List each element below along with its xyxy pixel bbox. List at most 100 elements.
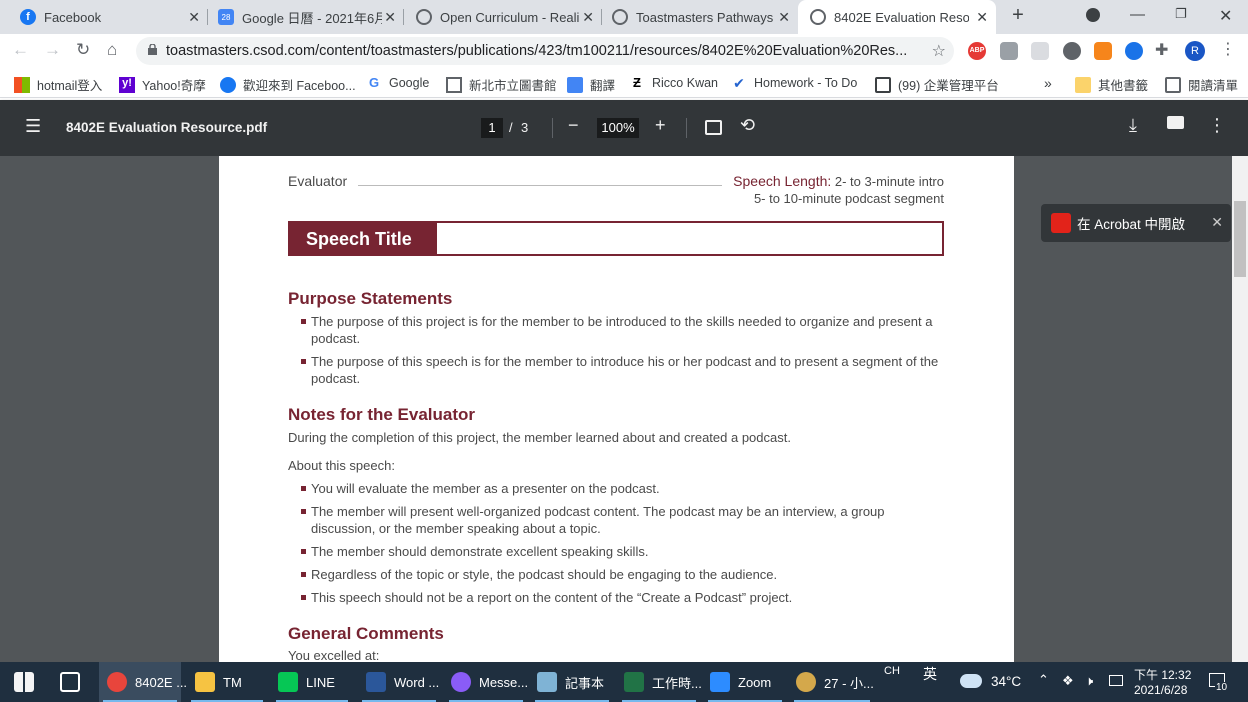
metamask-icon[interactable]	[1094, 42, 1112, 60]
taskbar-app-messenger[interactable]: Messe...	[445, 662, 528, 702]
page-total: 3	[521, 120, 529, 135]
task-view-button[interactable]	[60, 662, 88, 702]
ime-language[interactable]: 英	[923, 664, 937, 684]
extension-code-icon[interactable]	[1000, 42, 1018, 60]
bookmark-translate[interactable]: 翻譯	[567, 75, 615, 94]
tab-google-calendar[interactable]: 28 Google 日曆 - 2021年6月 ✕	[208, 0, 404, 34]
weather-temp[interactable]: 34°C	[991, 674, 1021, 689]
close-icon[interactable]: ✕	[778, 9, 790, 26]
clock-date[interactable]: 2021/6/28	[1134, 683, 1187, 697]
page-icon	[875, 76, 891, 93]
zoom-input[interactable]: 100%	[597, 118, 639, 138]
extension-screen-icon[interactable]	[1031, 42, 1049, 60]
print-icon[interactable]	[1167, 116, 1184, 129]
fit-page-icon[interactable]	[705, 120, 722, 135]
bookmark-star-icon[interactable]: ☆	[932, 41, 946, 61]
menu-hamburger-icon[interactable]: ☰	[25, 116, 41, 137]
address-bar[interactable]: toastmasters.csod.com/content/toastmaste…	[136, 37, 954, 65]
list-item: The member should demonstrate excellent …	[288, 543, 908, 560]
open-in-acrobat-button[interactable]: 在 Acrobat 中開啟 ✕	[1041, 204, 1231, 242]
tab-search-icon[interactable]	[1086, 8, 1100, 22]
taskbar-app-zoom[interactable]: Zoom	[704, 662, 786, 702]
new-tab-button[interactable]: +	[1006, 4, 1030, 27]
extensions-puzzle-icon[interactable]: ✚	[1155, 40, 1173, 59]
scrollbar-thumb[interactable]	[1234, 201, 1246, 277]
bookmark-facebook[interactable]: 歡迎來到 Faceboo...	[220, 75, 356, 94]
bookmark-library[interactable]: 新北市立圖書館	[446, 75, 557, 94]
tab-8402e-evaluation[interactable]: 8402E Evaluation Resour ✕	[798, 0, 996, 34]
general-heading: General Comments	[288, 624, 444, 643]
clock-time[interactable]: 下午 12:32	[1134, 666, 1191, 683]
close-icon[interactable]: ✕	[1211, 214, 1223, 231]
tab-open-curriculum[interactable]: Open Curriculum - Reali ✕	[404, 0, 602, 34]
library-icon	[446, 76, 462, 93]
other-bookmarks[interactable]: 其他書籤	[1075, 75, 1148, 94]
menu-kebab-icon[interactable]: ⋮	[1220, 39, 1238, 58]
bookmark-hotmail[interactable]: hotmail登入	[14, 75, 102, 94]
about-label: About this speech:	[288, 458, 395, 473]
excel-icon	[624, 672, 644, 692]
download-icon[interactable]: ⤓	[1129, 115, 1137, 136]
close-icon[interactable]: ✕	[384, 9, 396, 26]
minimize-button[interactable]: —	[1130, 6, 1145, 23]
url-text: toastmasters.csod.com/content/toastmaste…	[166, 43, 908, 59]
home-button[interactable]: ⌂	[107, 40, 117, 60]
restore-button[interactable]: ❐	[1175, 6, 1187, 22]
taskbar-app-word[interactable]: Word ...	[358, 662, 440, 702]
reload-button[interactable]: ↻	[76, 40, 90, 60]
adblock-icon[interactable]: ABP	[968, 42, 986, 60]
weather-icon[interactable]	[960, 674, 982, 688]
zoom-out-icon[interactable]: −	[568, 115, 579, 136]
back-button[interactable]: ←	[12, 40, 29, 60]
close-icon[interactable]: ✕	[582, 9, 594, 26]
network-icon[interactable]	[1109, 675, 1123, 686]
bookmark-enterprise[interactable]: (99) 企業管理平台	[875, 75, 999, 94]
read-aloud-icon[interactable]	[1125, 42, 1143, 60]
reading-list[interactable]: 閱讀清單	[1165, 75, 1238, 94]
browser-chrome: f Facebook ✕ 28 Google 日曆 - 2021年6月 ✕ Op…	[0, 0, 1248, 100]
rotate-icon[interactable]: ⟲	[740, 115, 755, 136]
tab-toastmasters-pathways[interactable]: Toastmasters Pathways ✕	[602, 0, 798, 34]
bookmarks-overflow[interactable]: »	[1044, 75, 1052, 91]
dropbox-icon[interactable]: ❖	[1062, 673, 1074, 689]
tray-chevron-icon[interactable]: ⌃	[1038, 672, 1049, 688]
taskbar-app-excel[interactable]: 工作時...	[618, 662, 702, 702]
taskbar-app-notepad[interactable]: 記事本	[531, 662, 613, 702]
acrobat-icon	[1051, 213, 1071, 233]
forward-button[interactable]: →	[44, 40, 61, 60]
tab-title: Toastmasters Pathways	[636, 9, 774, 25]
profile-avatar[interactable]: R	[1185, 41, 1205, 61]
window-close-button[interactable]: ✕	[1219, 6, 1232, 26]
page-number-input[interactable]: 1	[481, 118, 503, 138]
calendar-icon: 28	[218, 9, 234, 25]
lock-icon	[148, 44, 157, 55]
tab-facebook[interactable]: f Facebook ✕	[0, 0, 208, 34]
extension-cat-icon[interactable]	[1063, 42, 1081, 60]
bookmark-google[interactable]: G Google	[366, 75, 429, 91]
zhihu-icon: Ƶ	[633, 75, 641, 90]
bookmarks-bar: hotmail登入 y! Yahoo!奇摩 歡迎來到 Faceboo... G Go…	[0, 68, 1248, 98]
taskbar: 8402E ... TM LINE Word ... Messe... 記事本 …	[0, 662, 1248, 702]
ime-indicator[interactable]: CH	[884, 665, 900, 677]
chrome-icon	[107, 672, 127, 692]
taskbar-app-folder[interactable]: TM	[187, 662, 267, 702]
speech-title-label: Speech Title	[290, 223, 437, 254]
bookmark-ricco-kwan[interactable]: Ƶ Ricco Kwan	[629, 75, 718, 91]
windows-icon	[14, 76, 30, 93]
yahoo-icon: y!	[119, 76, 135, 93]
start-button[interactable]	[14, 662, 42, 702]
more-actions-icon[interactable]: ⋮	[1208, 115, 1226, 136]
list-item: The member will present well-organized p…	[288, 503, 908, 537]
folder-icon	[195, 672, 215, 692]
taskbar-app-paint[interactable]: 27 - 小...	[790, 662, 874, 702]
close-icon[interactable]: ✕	[188, 9, 200, 26]
page-separator: /	[509, 120, 513, 135]
volume-icon[interactable]: 🕨	[1085, 673, 1093, 689]
bookmark-homework[interactable]: ✔ Homework - To Do	[731, 75, 857, 91]
taskbar-app-line[interactable]: LINE	[272, 662, 352, 702]
zoom-in-icon[interactable]: +	[655, 115, 666, 136]
close-icon[interactable]: ✕	[976, 9, 988, 26]
facebook-icon: f	[20, 9, 36, 25]
taskbar-app-chrome[interactable]: 8402E ...	[99, 662, 187, 702]
bookmark-yahoo[interactable]: y! Yahoo!奇摩	[119, 75, 206, 94]
